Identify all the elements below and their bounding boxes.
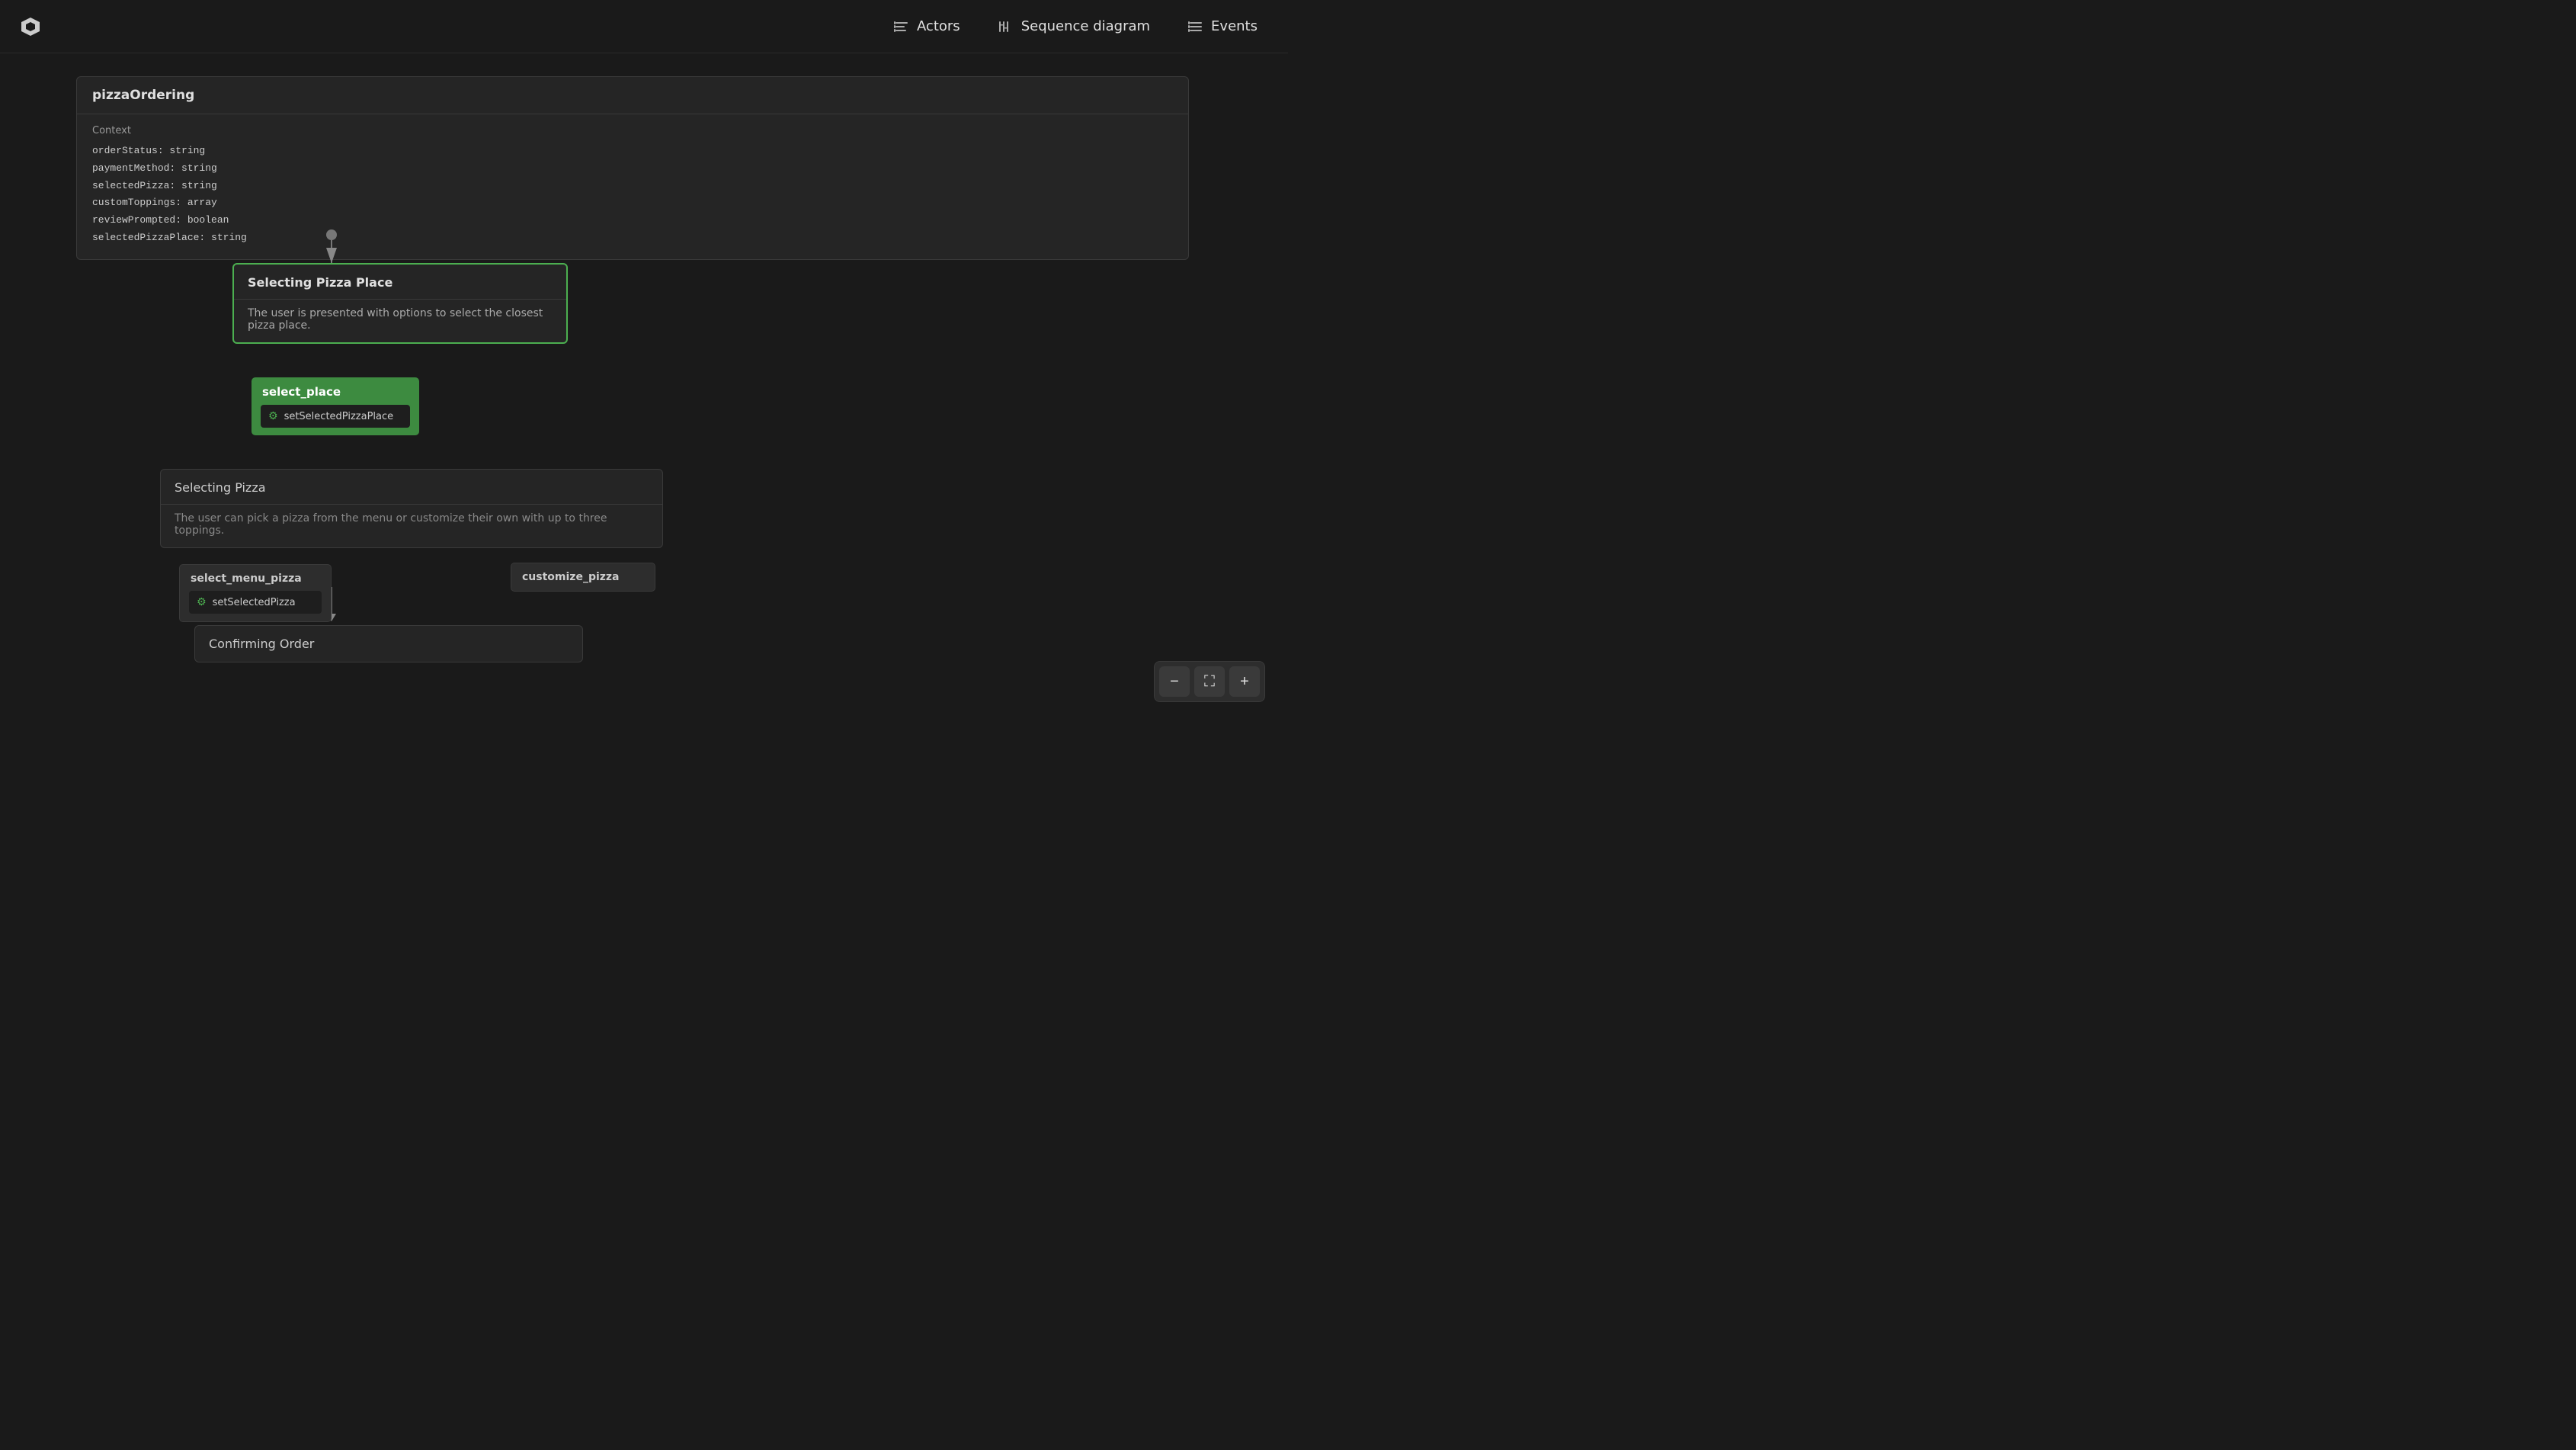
effect-icon-set-pizza: ⚙ [197,596,207,608]
state-title-selecting-pizza: Selecting Pizza [161,470,662,504]
actors-icon [894,19,909,34]
sequence-label: Sequence diagram [1021,18,1150,34]
sequence-icon [998,19,1014,34]
events-label: Events [1211,18,1258,34]
actors-label: Actors [917,18,960,34]
zoom-in-button[interactable]: + [1229,666,1260,697]
effect-name-set-pizza: setSelectedPizza [213,597,296,608]
action-select-menu-pizza[interactable]: select_menu_pizza ⚙ setSelectedPizza [179,564,332,622]
state-desc-selecting-pizza: The user can pick a pizza from the menu … [161,504,662,547]
state-selecting-pizza-place[interactable]: Selecting Pizza Place The user is presen… [232,263,568,344]
machine-title-bar: pizzaOrdering [77,77,1188,114]
state-confirming-order[interactable]: Confirming Order [194,625,583,662]
effect-icon-select-place: ⚙ [268,410,278,422]
action-customize-pizza[interactable]: customize_pizza [511,563,655,592]
nav-events[interactable]: Events [1188,18,1258,34]
fit-button[interactable]: ⛶ [1194,666,1225,697]
action-select-place-name: select_place [262,385,409,399]
action-customize-pizza-name: customize_pizza [522,571,644,583]
nav-actors[interactable]: Actors [894,18,960,34]
diagram-area: Selecting Pizza Place The user is presen… [76,229,1189,725]
app-logo[interactable] [15,11,46,42]
start-icon [325,230,338,244]
header: Actors Sequence diagram [0,0,1288,53]
context-field-4: reviewPrompted: boolean [92,212,1173,229]
context-field-3: customToppings: array [92,194,1173,212]
action-select-menu-pizza-effect: ⚙ setSelectedPizza [189,591,322,614]
effect-name-select-place: setSelectedPizzaPlace [284,411,394,422]
action-select-place-effect: ⚙ setSelectedPizzaPlace [261,405,410,428]
state-title-selecting-pizza-place: Selecting Pizza Place [234,265,566,299]
action-select-menu-pizza-name: select_menu_pizza [191,573,320,585]
context-field-2: selectedPizza: string [92,178,1173,195]
events-icon [1188,19,1203,34]
nav-sequence[interactable]: Sequence diagram [998,18,1150,34]
zoom-controls: − ⛶ + [1154,661,1265,702]
context-field-1: paymentMethod: string [92,160,1173,178]
main-canvas: pizzaOrdering Context orderStatus: strin… [0,53,1288,725]
state-desc-selecting-pizza-place: The user is presented with options to se… [234,299,566,342]
zoom-out-button[interactable]: − [1159,666,1190,697]
nav-items: Actors Sequence diagram [894,18,1258,34]
state-title-confirming-order: Confirming Order [209,637,569,651]
state-selecting-pizza[interactable]: Selecting Pizza The user can pick a pizz… [160,469,663,548]
machine-title: pizzaOrdering [92,88,194,103]
action-select-place[interactable]: select_place ⚙ setSelectedPizzaPlace [252,377,419,435]
context-label: Context [92,125,1173,136]
context-field-0: orderStatus: string [92,143,1173,160]
